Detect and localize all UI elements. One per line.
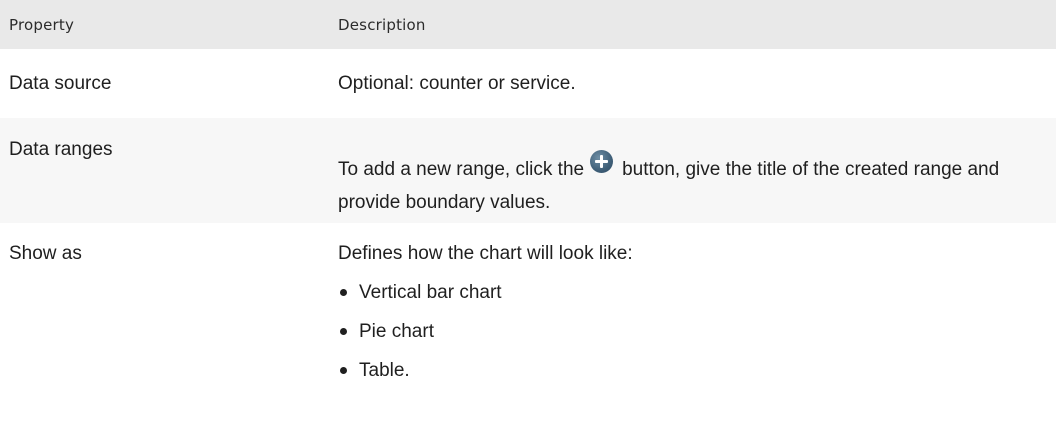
- list-item: Pie chart: [338, 315, 1046, 348]
- header-property: Property: [9, 15, 75, 34]
- table-row: Data ranges To add a new range, click th…: [0, 118, 1056, 223]
- list-item: Vertical bar chart: [338, 276, 1046, 309]
- show-as-intro: Defines how the chart will look like:: [338, 243, 633, 264]
- bullet-icon: [340, 328, 347, 335]
- table-row: Data source Optional: counter or service…: [0, 49, 1056, 118]
- add-circle-icon: [590, 150, 614, 173]
- header-row: Property Description: [0, 0, 1056, 49]
- list-item: Table.: [338, 354, 1046, 387]
- description-show-as: Defines how the chart will look like: Ve…: [331, 223, 1056, 427]
- description-text-before-icon: To add a new range, click the: [338, 159, 585, 180]
- option-label: Pie chart: [359, 321, 434, 342]
- property-show-as: Show as: [9, 243, 82, 264]
- description-data-ranges: To add a new range, click the button, giv…: [331, 118, 1056, 223]
- table-row: Show as Defines how the chart will look …: [0, 223, 1056, 427]
- show-as-options-list: Vertical bar chart Pie chart Table.: [338, 276, 1046, 387]
- option-label: Table.: [359, 360, 410, 381]
- bullet-icon: [340, 289, 347, 296]
- description-data-source: Optional: counter or service.: [338, 73, 576, 94]
- bullet-icon: [340, 367, 347, 374]
- table-header: Property Description: [0, 0, 1056, 49]
- properties-table: Property Description Data source Optiona…: [0, 0, 1056, 427]
- header-description: Description: [338, 15, 426, 34]
- property-data-source: Data source: [9, 73, 112, 94]
- option-label: Vertical bar chart: [359, 282, 502, 303]
- property-data-ranges: Data ranges: [9, 139, 113, 160]
